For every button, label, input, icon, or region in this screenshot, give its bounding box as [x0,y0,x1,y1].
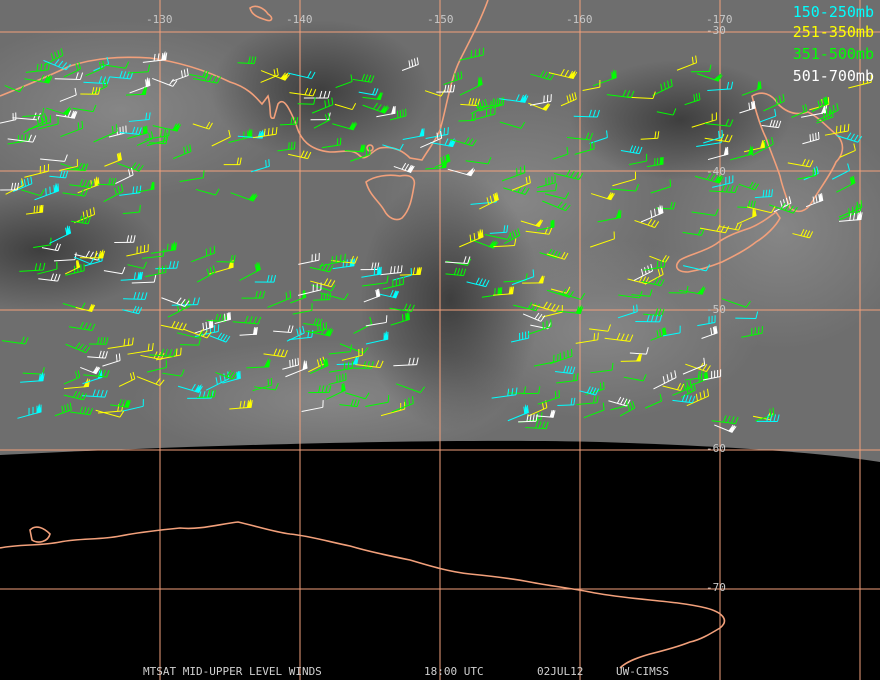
lat-label: -60 [706,442,726,455]
lon-label: -130 [146,13,173,26]
satellite-wind-map: -130 -140 -150 -160 -170 -30 -40 -50 -60… [0,0,880,680]
footer-bar: MTSAT MID-UPPER LEVEL WINDS 18:00 UTC 02… [0,665,880,678]
lat-label: -70 [706,581,726,594]
source-label: UW-CIMSS [616,665,669,678]
legend-item-150-250: 150-250mb [792,3,874,21]
legend-item-251-350: 251-350mb [792,23,874,41]
lon-label: -160 [566,13,593,26]
lon-label: -140 [286,13,313,26]
map-canvas [0,0,880,680]
lat-label: -30 [706,24,726,37]
lat-label: -40 [706,165,726,178]
lat-label: -50 [706,303,726,316]
legend-item-351-500: 351-500mb [792,45,874,63]
date-label: 02JUL12 [537,665,584,678]
product-title: MTSAT MID-UPPER LEVEL WINDS [143,665,322,678]
lon-label: -150 [427,13,454,26]
legend-item-501-700: 501-700mb [792,67,874,85]
time-label: 18:00 UTC [424,665,484,678]
